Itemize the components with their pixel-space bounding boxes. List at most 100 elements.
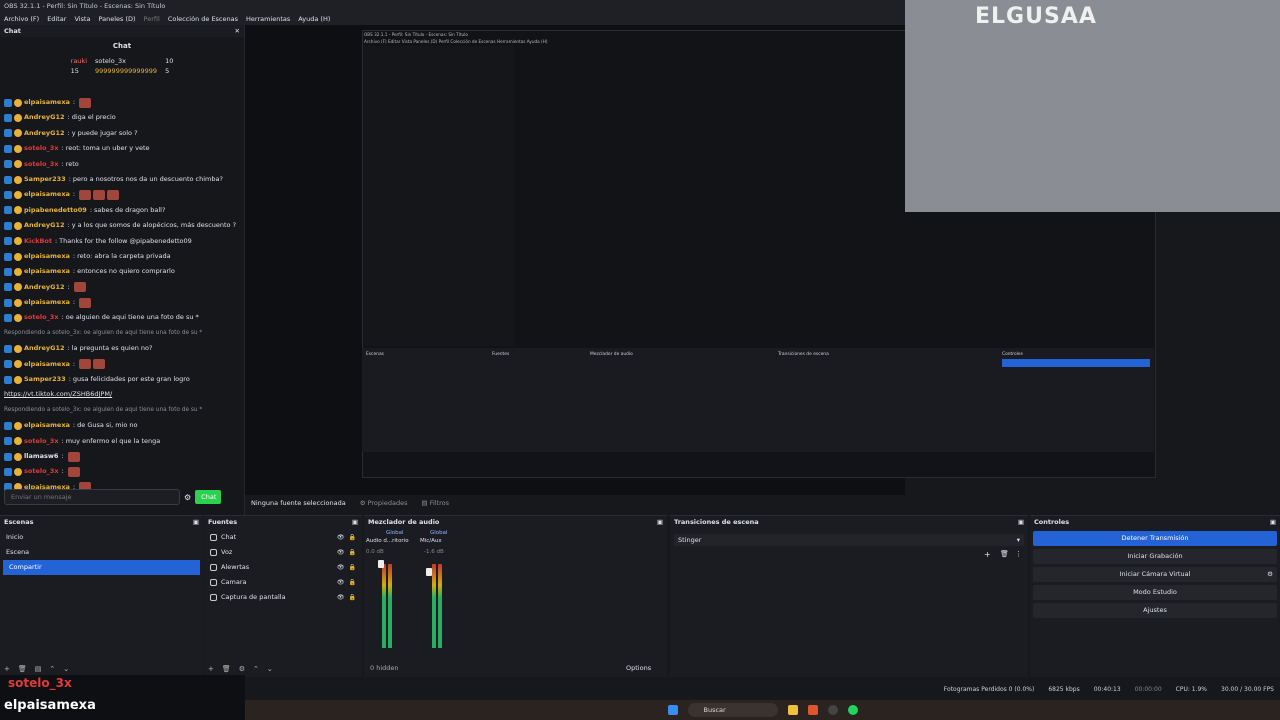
visibility-icon[interactable]: 👁	[337, 590, 345, 605]
chat-username[interactable]: Samper233	[24, 372, 66, 387]
filters-button[interactable]: ▤ Filtros	[421, 499, 449, 507]
source-item[interactable]: Chat 👁 🔒	[204, 530, 362, 545]
chat-username[interactable]: sotelo_3x	[24, 434, 59, 449]
chat-username[interactable]: AndreyG12	[24, 110, 65, 125]
move-up-icon[interactable]: ⌃	[253, 665, 259, 673]
chat-username[interactable]: elpaisamexa	[24, 249, 70, 264]
chat-send-button[interactable]: Chat	[195, 490, 222, 504]
chat-username[interactable]: elpaisamexa	[24, 357, 70, 372]
source-item[interactable]: Voz 👁 🔒	[204, 545, 362, 560]
undock-icon[interactable]: ▣	[657, 516, 663, 528]
status-bar: Fotogramas Perdidos 0 (0.0%) 6825 kbps 0…	[245, 683, 1280, 695]
visibility-icon[interactable]: 👁	[337, 575, 345, 590]
taskbar-search[interactable]: Buscar	[687, 703, 778, 717]
chat-username[interactable]: Samper233	[24, 172, 66, 187]
more-icon[interactable]: ⋮	[1015, 550, 1022, 558]
scene-item-compartir[interactable]: Compartir	[3, 560, 200, 575]
undock-icon[interactable]: ▣	[352, 516, 358, 528]
file-explorer-icon[interactable]	[787, 705, 798, 715]
close-icon[interactable]: ✕	[235, 25, 240, 37]
menu-edit[interactable]: Editar	[47, 15, 66, 23]
move-down-icon[interactable]: ⌄	[63, 665, 69, 673]
chat-username[interactable]: llamasw6	[24, 449, 58, 464]
obs-icon[interactable]	[827, 705, 838, 715]
move-up-icon[interactable]: ⌃	[49, 665, 55, 673]
chat-username[interactable]: AndreyG12	[24, 280, 65, 295]
add-transition-icon[interactable]: +	[984, 550, 991, 559]
chat-username[interactable]: KickBot	[24, 234, 52, 249]
visibility-icon[interactable]: 👁	[337, 530, 345, 545]
mixer-channel-2-fader[interactable]	[426, 568, 432, 576]
chat-link[interactable]: https://vt.tiktok.com/ZSHB6dJPM/	[4, 387, 112, 402]
source-item[interactable]: Captura de pantalla 👁 🔒	[204, 590, 362, 605]
visibility-icon[interactable]: 👁	[337, 560, 345, 575]
chat-username[interactable]: AndreyG12	[24, 341, 65, 356]
badge-icon	[4, 221, 12, 230]
remove-scene-icon[interactable]: 🗑	[18, 665, 27, 673]
lock-icon[interactable]: 🔒	[349, 545, 356, 560]
gear-icon[interactable]: ⚙	[1267, 567, 1273, 582]
scene-item-escena[interactable]: Escena	[0, 545, 203, 560]
transitions-title: Transiciones de escena	[674, 518, 759, 526]
lock-icon[interactable]: 🔒	[349, 590, 356, 605]
menu-help[interactable]: Ayuda (H)	[298, 15, 330, 23]
chat-username[interactable]: elpaisamexa	[24, 295, 70, 310]
undock-icon[interactable]: ▣	[193, 516, 199, 528]
chat-username[interactable]: sotelo_3x	[24, 157, 59, 172]
menu-tools[interactable]: Herramientas	[246, 15, 290, 23]
chat-message: sotelo_3x: reot: toma un uber y vete	[4, 141, 240, 156]
start-virtual-camera-button[interactable]: Iniciar Cámara Virtual ⚙	[1033, 567, 1277, 582]
chat-username[interactable]: AndreyG12	[24, 126, 65, 141]
source-item[interactable]: Camara 👁 🔒	[204, 575, 362, 590]
sub-badge-icon	[14, 114, 22, 123]
chat-username[interactable]: sotelo_3x	[24, 310, 59, 325]
remove-source-icon[interactable]: 🗑	[222, 665, 231, 673]
source-item[interactable]: Alewrtas 👁 🔒	[204, 560, 362, 575]
windows-start-icon[interactable]	[667, 705, 678, 715]
chat-username[interactable]: sotelo_3x	[24, 141, 59, 156]
add-source-icon[interactable]: +	[208, 665, 214, 673]
chat-username[interactable]: AndreyG12	[24, 218, 65, 233]
chat-reply-context[interactable]: Respondiendo a sotelo_3x: oe alguien de …	[4, 403, 202, 418]
add-scene-icon[interactable]: +	[4, 665, 10, 673]
chat-username[interactable]: elpaisamexa	[24, 95, 70, 110]
badge-icon	[4, 98, 12, 107]
lock-icon[interactable]: 🔒	[349, 530, 356, 545]
scene-item-inicio[interactable]: Inicio	[0, 530, 203, 545]
remove-transition-icon[interactable]: 🗑	[1000, 550, 1009, 558]
undock-icon[interactable]: ▣	[1018, 516, 1024, 528]
chat-username[interactable]: pipabenedetto09	[24, 203, 87, 218]
menu-file[interactable]: Archivo (F)	[4, 15, 39, 23]
menu-scene-collection[interactable]: Colección de Escenas	[168, 15, 238, 23]
mixer-dock-header: Mezclador de audio ▣	[364, 516, 667, 528]
emote-icon	[79, 190, 92, 201]
chat-message-input[interactable]	[4, 489, 180, 505]
move-down-icon[interactable]: ⌄	[267, 665, 273, 673]
gear-icon[interactable]: ⚙	[184, 493, 191, 502]
menu-profile[interactable]: Perfil	[144, 15, 160, 23]
chat-username[interactable]: elpaisamexa	[24, 187, 70, 202]
studio-mode-button[interactable]: Modo Estudio	[1033, 585, 1277, 600]
scene-filter-icon[interactable]: ▤	[35, 665, 42, 673]
stop-stream-button[interactable]: Detener Transmisión	[1033, 531, 1277, 546]
chat-username[interactable]: sotelo_3x	[24, 464, 59, 479]
settings-button[interactable]: Ajustes	[1033, 603, 1277, 618]
properties-button[interactable]: ⚙ Propiedades	[360, 499, 408, 507]
menu-view[interactable]: Vista	[74, 15, 90, 23]
browser-icon[interactable]	[807, 705, 818, 715]
chat-text: oe alguien de aqui tiene una foto de su …	[65, 313, 199, 322]
mixer-channel-1-fader[interactable]	[378, 560, 384, 568]
chat-reply-context[interactable]: Respondiendo a sotelo_3x: oe alguien de …	[4, 326, 202, 341]
start-recording-button[interactable]: Iniciar Grabación	[1033, 549, 1277, 564]
lock-icon[interactable]: 🔒	[349, 560, 356, 575]
menu-docks[interactable]: Paneles (D)	[98, 15, 135, 23]
lock-icon[interactable]: 🔒	[349, 575, 356, 590]
transition-select[interactable]: Stinger ▾	[674, 534, 1024, 546]
chat-username[interactable]: elpaisamexa	[24, 264, 70, 279]
undock-icon[interactable]: ▣	[1270, 516, 1276, 528]
source-settings-icon[interactable]: ⚙	[239, 665, 245, 673]
mixer-options-button[interactable]: Options	[626, 664, 651, 672]
chat-username[interactable]: elpaisamexa	[24, 418, 70, 433]
visibility-icon[interactable]: 👁	[337, 545, 345, 560]
spotify-icon[interactable]	[847, 705, 858, 715]
